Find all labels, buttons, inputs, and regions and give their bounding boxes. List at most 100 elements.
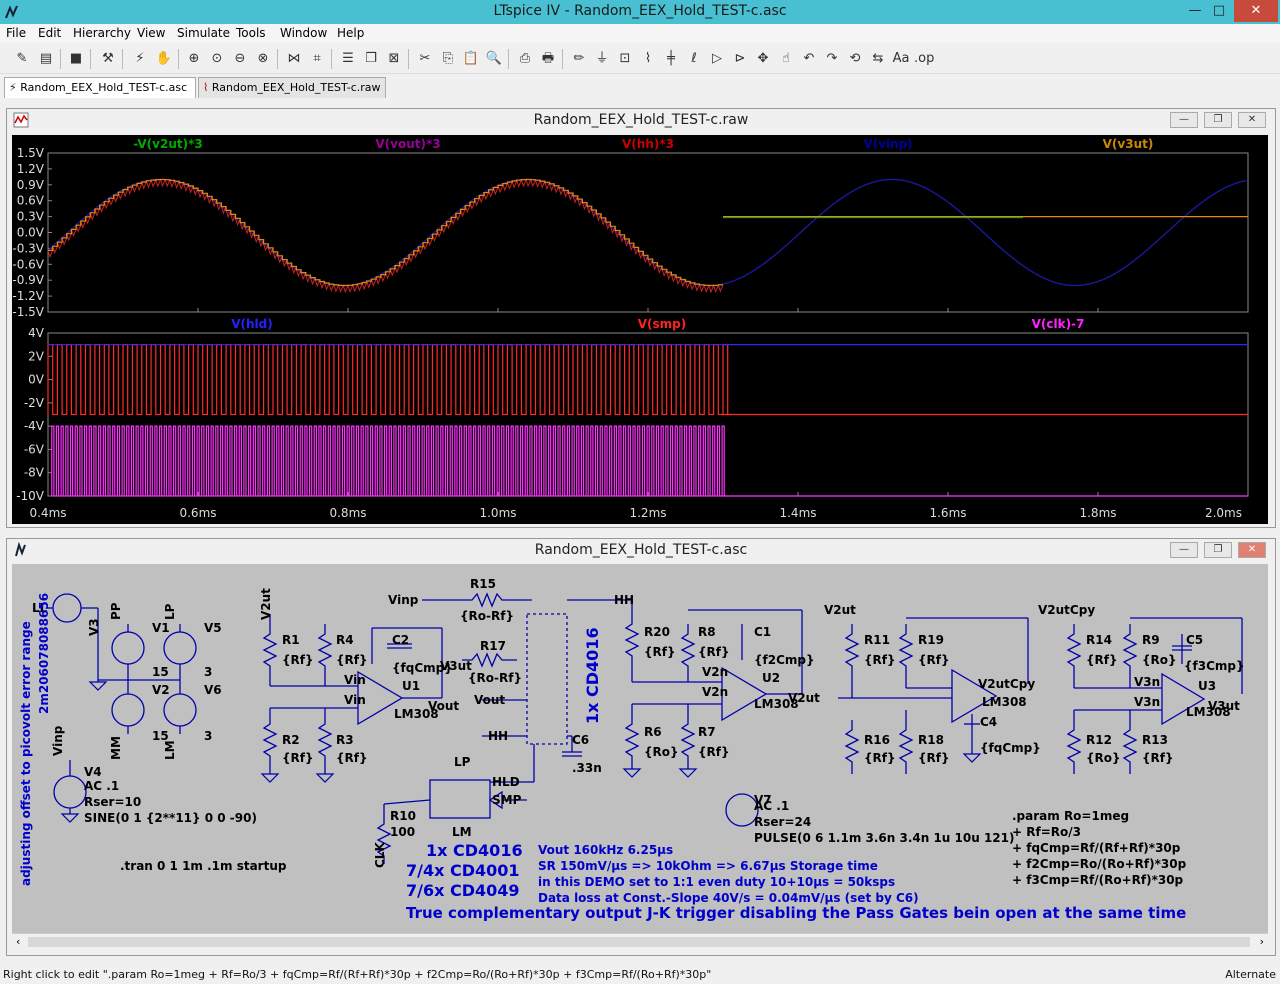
schematic-maximize-button[interactable]: ❐ [1204, 542, 1232, 558]
svg-text:V2utCpy: V2utCpy [1038, 603, 1095, 617]
svg-text:HH: HH [614, 593, 634, 607]
save-icon[interactable]: ■ [66, 49, 86, 69]
svg-text:V2ut: V2ut [788, 691, 820, 705]
menu-edit[interactable]: Edit [38, 26, 61, 40]
halt-icon[interactable]: ✋ [154, 49, 174, 69]
capacitor-icon[interactable]: ╪ [661, 49, 681, 69]
tab-schematic[interactable]: ⚡ Random_EEX_Hold_TEST-c.asc [4, 77, 196, 98]
inductor-icon[interactable]: ℓ [684, 49, 704, 69]
y-tick-label: -0.3V [12, 241, 44, 255]
svg-text:{Ro-Rf}: {Ro-Rf} [460, 609, 514, 623]
trace-label: V(hld) [231, 317, 273, 331]
paste-icon[interactable]: 📋 [461, 49, 481, 69]
maximize-button[interactable]: □ [1204, 0, 1234, 22]
label-icon[interactable]: ⊡ [615, 49, 635, 69]
autorange-icon[interactable]: ⋈ [284, 49, 304, 69]
print-setup-icon[interactable]: ⎙ [515, 49, 535, 69]
scrollbar-thumb[interactable] [28, 937, 1250, 947]
svg-text:{Ro}: {Ro} [1086, 751, 1121, 765]
waveform-close-button[interactable]: ✕ [1238, 112, 1266, 128]
toolbar-separator [562, 49, 563, 69]
svg-text:15: 15 [152, 665, 169, 679]
drag-icon[interactable]: ☝ [776, 49, 796, 69]
scroll-right-icon[interactable]: › [1260, 935, 1264, 948]
new-schematic-icon[interactable]: ✎ [12, 49, 32, 69]
u2-opamp [721, 666, 768, 722]
close-all-icon[interactable]: ⊠ [384, 49, 404, 69]
x-tick-label: 2.0ms [1205, 506, 1242, 520]
svg-text:LP: LP [163, 603, 177, 620]
svg-text:.33n: .33n [572, 761, 602, 775]
waveform-maximize-button[interactable]: ❐ [1204, 112, 1232, 128]
horizontal-scrollbar[interactable]: ‹ › [12, 933, 1268, 950]
text-icon[interactable]: Aa [891, 49, 911, 69]
svg-text:R20: R20 [644, 625, 670, 639]
r20-resistor [624, 600, 640, 682]
svg-text:AC .1: AC .1 [754, 799, 789, 813]
svg-text:{f2Cmp}: {f2Cmp} [754, 653, 815, 667]
svg-text:C4: C4 [980, 715, 997, 729]
plot-canvas[interactable]: 0.4ms 0.6ms 0.8ms 1.0ms 1.2ms 1.4ms 1.6ms 1.8ms… [12, 135, 1268, 524]
menu-hierarchy[interactable]: Hierarchy [73, 26, 131, 40]
schematic-canvas[interactable]: LL V3 PP V1 15 V2 15 MM LP V5 3 V6 3 LM Vinp… [12, 564, 1268, 933]
waveform-plot[interactable]: 0.4ms 0.6ms 0.8ms 1.0ms 1.2ms 1.4ms 1.6ms 1.8ms… [12, 135, 1268, 524]
svg-text:U2: U2 [762, 671, 780, 685]
undo-icon[interactable]: ↶ [799, 49, 819, 69]
svg-text:Vout: Vout [474, 693, 505, 707]
svg-text:C2: C2 [392, 633, 409, 647]
move-icon[interactable]: ✥ [753, 49, 773, 69]
spice-directive-icon[interactable]: .op [914, 49, 934, 69]
ground-symbol [88, 681, 108, 691]
tile-horizontal-icon[interactable]: ☰ [338, 49, 358, 69]
menu-file[interactable]: File [6, 26, 26, 40]
find-icon[interactable]: 🔍 [484, 49, 504, 69]
control-panel-icon[interactable]: ⚒ [98, 49, 118, 69]
schematic-drawing[interactable]: LL V3 PP V115 V215 MM LP V53 V63 LM Vinp… [12, 564, 1268, 933]
menu-tools[interactable]: Tools [236, 26, 266, 40]
schematic-minimize-button[interactable]: — [1170, 542, 1198, 558]
document-tabs: ⚡ Random_EEX_Hold_TEST-c.asc ⌇ Random_EE… [0, 74, 1280, 98]
waveform-minimize-button[interactable]: — [1170, 112, 1198, 128]
diode-icon[interactable]: ▷ [707, 49, 727, 69]
svg-text:U1: U1 [402, 679, 420, 693]
scroll-left-icon[interactable]: ‹ [16, 935, 20, 948]
schematic-close-button[interactable]: ✕ [1238, 542, 1266, 558]
tab-waveform[interactable]: ⌇ Random_EEX_Hold_TEST-c.raw [198, 77, 386, 98]
component-icon[interactable]: ⊳ [730, 49, 750, 69]
svg-text:R14: R14 [1086, 633, 1112, 647]
y-tick-label: -2V [24, 396, 45, 410]
menu-view[interactable]: View [137, 26, 165, 40]
mirror-icon[interactable]: ⇆ [868, 49, 888, 69]
copy-icon[interactable]: ⎘ [438, 49, 458, 69]
menu-help[interactable]: Help [337, 26, 364, 40]
v2-source-symbol [111, 693, 145, 727]
zoom-fit-icon[interactable]: ⊗ [253, 49, 273, 69]
zoom-out-icon[interactable]: ⊖ [230, 49, 250, 69]
menu-simulate[interactable]: Simulate [177, 26, 230, 40]
cascade-icon[interactable]: ❐ [361, 49, 381, 69]
zoom-in-icon[interactable]: ⊕ [184, 49, 204, 69]
svg-text:{Rf}: {Rf} [282, 751, 314, 765]
ground-symbol [678, 768, 698, 778]
svg-text:R19: R19 [918, 633, 944, 647]
ground-icon[interactable]: ⏚ [592, 49, 612, 69]
ground-symbol [622, 768, 642, 778]
grid-icon[interactable]: ⌗ [307, 49, 327, 69]
redo-icon[interactable]: ↷ [822, 49, 842, 69]
pan-icon[interactable]: ⊙ [207, 49, 227, 69]
close-button[interactable]: ✕ [1234, 0, 1278, 22]
menu-window[interactable]: Window [280, 26, 327, 40]
resistor-icon[interactable]: ⌇ [638, 49, 658, 69]
cut-icon[interactable]: ✂ [415, 49, 435, 69]
x-tick-label: 1.6ms [929, 506, 966, 520]
wire-icon[interactable]: ✏ [569, 49, 589, 69]
print-icon[interactable]: 🖶 [538, 49, 558, 69]
rotate-icon[interactable]: ⟲ [845, 49, 865, 69]
run-icon[interactable]: ⚡ [130, 49, 150, 69]
svg-text:V4: V4 [84, 765, 102, 779]
svg-text:100: 100 [390, 825, 415, 839]
svg-text:C1: C1 [754, 625, 771, 639]
toolbar-separator [178, 49, 179, 69]
y-tick-label: -10V [16, 489, 45, 503]
open-icon[interactable]: ▤ [36, 49, 56, 69]
